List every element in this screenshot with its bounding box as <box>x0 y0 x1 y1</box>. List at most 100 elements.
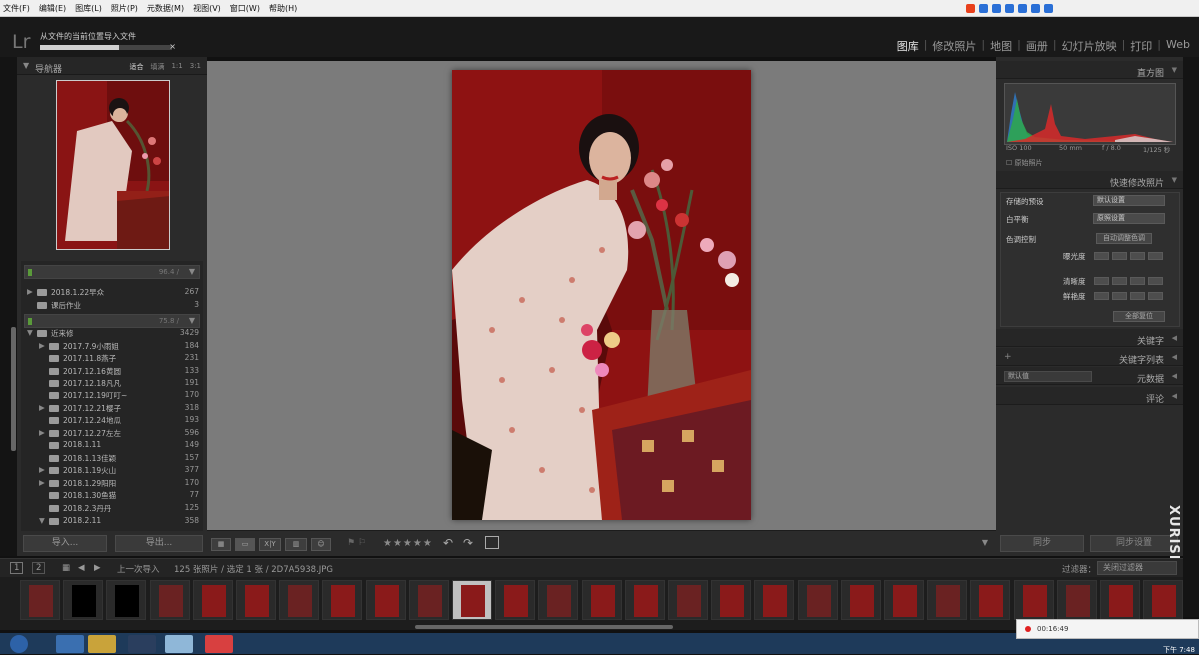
folder-row[interactable]: ▶ 2017.12.27左左 596 <box>21 428 203 440</box>
original-photo-checkbox[interactable]: ☐ 原始照片 <box>1006 158 1043 168</box>
filmstrip-thumbnail[interactable] <box>581 580 622 620</box>
rotate-left-icon[interactable]: ↶ <box>443 536 453 550</box>
flag-icon[interactable]: ⚑ ⚐ <box>347 538 366 548</box>
toolbar-menu-chevron-icon[interactable]: ▼ <box>982 538 988 547</box>
vibrance-decrease[interactable] <box>1112 292 1127 300</box>
folder-row[interactable]: 2017.12.24地瓜 193 <box>21 415 203 427</box>
menu-item[interactable]: 文件(F) <box>3 3 30 14</box>
filmstrip-source[interactable]: 上一次导入 <box>117 563 160 575</box>
filmstrip-thumbnail[interactable] <box>754 580 795 620</box>
folder-scrollbar[interactable] <box>11 327 16 451</box>
keywording-header[interactable]: 关键字 ◀ <box>996 329 1183 347</box>
menu-item[interactable]: 照片(P) <box>111 3 138 14</box>
filmstrip-thumbnail[interactable] <box>970 580 1011 620</box>
filmstrip-thumbnail[interactable] <box>1100 580 1140 620</box>
folder-expander-icon[interactable]: ▶ <box>27 287 33 296</box>
vibrance-decrease-large[interactable] <box>1094 292 1109 300</box>
navigator-zoom-option[interactable]: 3:1 <box>190 62 201 72</box>
navigator-header[interactable]: ▼ 导航器 适合 填满 1:1 3:1 <box>17 57 207 75</box>
module-6[interactable]: Web <box>1161 38 1195 54</box>
menu-item[interactable]: 窗口(W) <box>230 3 260 14</box>
folder-row[interactable]: 2017.12.19叮叮~ 170 <box>21 390 203 402</box>
start-button-icon[interactable] <box>10 635 28 653</box>
folder-expander-icon[interactable]: ▼ <box>27 328 33 337</box>
ime-punctuation-icon[interactable] <box>992 3 1001 13</box>
folder-row[interactable]: ▶ 2017.12.21樱子 318 <box>21 403 203 415</box>
volume-bar[interactable]: 75.8 / ▼ <box>24 314 200 328</box>
filmstrip-thumbnail[interactable] <box>20 580 60 620</box>
filmstrip-thumbnail[interactable] <box>840 580 881 620</box>
filmstrip-thumbnail[interactable] <box>797 580 838 620</box>
clarity-increase[interactable] <box>1130 277 1145 285</box>
folder-expander-icon[interactable]: ▶ <box>39 341 45 350</box>
clarity-decrease-large[interactable] <box>1094 277 1109 285</box>
module-2[interactable]: 地图 <box>985 38 1017 54</box>
expand-triangle-icon[interactable]: ◀ <box>1172 334 1177 342</box>
collapse-triangle-icon[interactable]: ▼ <box>189 316 195 325</box>
secondary-window-button[interactable]: 2 <box>32 562 46 574</box>
filmstrip-thumbnail[interactable] <box>1013 580 1054 620</box>
expand-triangle-icon[interactable]: ◀ <box>1172 372 1177 380</box>
ime-skin-icon[interactable] <box>1031 3 1040 13</box>
ime-mode-icon[interactable] <box>979 3 988 13</box>
cancel-import-icon[interactable]: × <box>169 42 176 51</box>
filmstrip-thumbnail[interactable] <box>1143 580 1184 620</box>
ime-toolbar[interactable] <box>966 1 1053 15</box>
add-keyword-icon[interactable]: + <box>1004 352 1012 362</box>
people-view-icon[interactable]: ☺ <box>311 538 331 551</box>
exposure-decrease[interactable] <box>1112 252 1127 260</box>
filmstrip-thumbnail[interactable] <box>279 580 320 620</box>
collapse-triangle-icon[interactable]: ▼ <box>1172 176 1177 184</box>
vibrance-increase-large[interactable] <box>1148 292 1163 300</box>
folder-row[interactable]: 2017.11.8燕子 231 <box>21 353 203 365</box>
star-rating[interactable]: ★★★★★ <box>383 538 433 549</box>
folder-expander-icon[interactable]: ▶ <box>39 465 45 474</box>
white-balance-select[interactable]: 原照设置 <box>1093 213 1165 224</box>
filmstrip-scrollbar[interactable] <box>415 625 673 629</box>
ime-logo-icon[interactable] <box>966 3 975 13</box>
main-photo[interactable] <box>452 70 751 520</box>
expand-triangle-icon[interactable]: ◀ <box>1172 392 1177 400</box>
filmstrip-thumbnail[interactable] <box>452 580 492 620</box>
filmstrip-thumbnail[interactable] <box>192 580 233 620</box>
exposure-increase[interactable] <box>1130 252 1145 260</box>
folder-expander-icon[interactable]: ▶ <box>39 478 45 487</box>
saved-preset-select[interactable]: 默认设置 <box>1093 195 1165 206</box>
export-button[interactable]: 导出... <box>115 535 203 552</box>
ime-voice-icon[interactable] <box>1005 3 1014 13</box>
grid-icon[interactable]: ▦ <box>62 563 70 573</box>
auto-tone-button[interactable]: 自动调整色调 <box>1096 233 1152 244</box>
clarity-increase-large[interactable] <box>1148 277 1163 285</box>
histogram-header[interactable]: 直方图 ▼ <box>996 61 1183 79</box>
filmstrip-thumbnail[interactable] <box>495 580 536 620</box>
filmstrip-thumbnail[interactable] <box>927 580 968 620</box>
browser-taskbar-icon[interactable] <box>56 635 84 653</box>
navigator-preview[interactable] <box>56 80 170 250</box>
filmstrip-thumbnail[interactable] <box>408 580 449 620</box>
folder-row[interactable]: ▶ 2017.7.9小雨姐 184 <box>21 341 203 353</box>
exposure-increase-large[interactable] <box>1148 252 1163 260</box>
filmstrip-info[interactable]: 125 张照片 / 选定 1 张 / 2D7A5938.JPG <box>174 563 333 575</box>
expand-triangle-icon[interactable]: ◀ <box>1172 353 1177 361</box>
menu-item[interactable]: 图库(L) <box>75 3 102 14</box>
navigator-zoom-option[interactable]: 适合 <box>129 62 143 72</box>
grid-view-icon[interactable]: ▦ <box>211 538 231 551</box>
lightroom-taskbar-icon[interactable] <box>128 635 156 653</box>
navigator-zoom-option[interactable]: 1:1 <box>171 62 182 72</box>
metadata-preset-select[interactable]: 默认值 <box>1004 371 1092 382</box>
module-4[interactable]: 幻灯片放映 <box>1057 38 1122 54</box>
filmstrip-thumbnail[interactable] <box>884 580 924 620</box>
main-window-button[interactable]: 1 <box>10 562 24 574</box>
filmstrip-thumbnail[interactable] <box>624 580 665 620</box>
filmstrip-thumbnail[interactable] <box>711 580 752 620</box>
menu-item[interactable]: 编辑(E) <box>39 3 66 14</box>
folder-row[interactable]: 2018.1.11 149 <box>21 440 203 452</box>
clarity-decrease[interactable] <box>1112 277 1127 285</box>
folder-expander-icon[interactable]: ▶ <box>39 428 45 437</box>
back-arrow-icon[interactable]: ◀ <box>78 563 85 573</box>
filmstrip-thumbnail[interactable] <box>149 580 190 620</box>
collapse-triangle-icon[interactable]: ▼ <box>23 61 29 70</box>
sync-settings-button[interactable]: 同步设置 <box>1090 535 1178 552</box>
filter-select[interactable]: 关闭过滤器 <box>1097 561 1177 575</box>
forward-arrow-icon[interactable]: ▶ <box>94 563 101 573</box>
